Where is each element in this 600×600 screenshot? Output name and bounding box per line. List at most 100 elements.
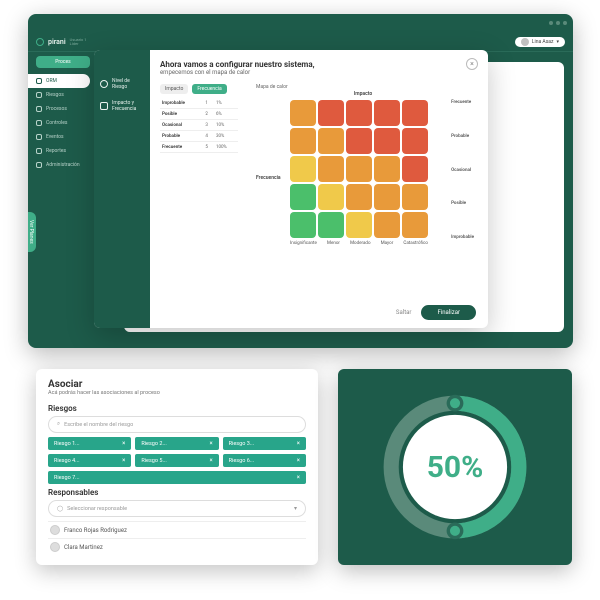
close-icon[interactable]: × (297, 440, 300, 447)
axis-tick-label: Improbable (451, 235, 474, 240)
chevron-down-icon: ▾ (556, 39, 559, 45)
heatmap-cell (318, 156, 344, 182)
heatmap-x-axis-title: Impacto (354, 91, 372, 97)
riesgos-input[interactable]: ⌕ Escribe el nombre del riesgo (48, 416, 306, 433)
heatmap-cell (402, 212, 428, 238)
heatmap-cell (290, 128, 316, 154)
sidebar-item-label: Riesgos (46, 92, 64, 98)
sidebar-item[interactable]: Reportes (28, 144, 98, 158)
avatar-icon (50, 525, 60, 535)
gauge-icon (100, 80, 108, 88)
sidebar-item[interactable]: Administración (28, 158, 98, 172)
heatmap-cell (318, 212, 344, 238)
risk-chip[interactable]: Riesgo 6...× (223, 454, 306, 467)
risk-chip[interactable]: Riesgo 5...× (135, 454, 218, 467)
heatmap-cell (290, 156, 316, 182)
user-menu[interactable]: Lina Asaz ▾ (515, 37, 565, 47)
heatmap-cell (346, 100, 372, 126)
skip-button[interactable]: Saltar (396, 309, 412, 316)
modal-step-impacto-frecuencia[interactable]: Impacto y Frecuencia (100, 100, 144, 112)
heatmap-cell (374, 184, 400, 210)
close-icon[interactable]: × (297, 457, 300, 464)
riesgos-placeholder: Escribe el nombre del riesgo (64, 422, 133, 428)
sidebar-item-label: ORM (46, 78, 57, 84)
axis-tick-label: Mayor (381, 241, 394, 246)
responsables-select[interactable]: ◯ Seleccionar responsable ▾ (48, 500, 306, 517)
gauge-card: 50% (338, 369, 572, 565)
sidebar-item[interactable]: Controles (28, 116, 98, 130)
sidebar-item[interactable]: ORM (28, 74, 90, 88)
heatmap-cell (374, 156, 400, 182)
heatmap-cell (402, 128, 428, 154)
heatmap-cell (346, 212, 372, 238)
sidebar-item-label: Procesos (46, 106, 67, 112)
window-control-dot[interactable] (549, 21, 553, 25)
close-icon[interactable]: × (122, 440, 125, 447)
window-control-dot[interactable] (563, 21, 567, 25)
nav-icon (36, 92, 42, 98)
table-row: Ocasional310% (160, 120, 238, 131)
heatmap-cell (402, 184, 428, 210)
responsables-placeholder: Seleccionar responsable (67, 506, 127, 512)
user-icon: ◯ (57, 506, 63, 512)
modal-sidebar: Nivel de Riesgo Impacto y Frecuencia (94, 50, 150, 328)
modal-step-label: Nivel de Riesgo (112, 78, 144, 90)
logo-subtitle: Lider (70, 42, 87, 46)
asociar-card: Asociar Acá podrás hacer las asociacione… (36, 369, 318, 565)
close-icon[interactable]: × (297, 474, 300, 481)
close-icon[interactable]: × (122, 457, 125, 464)
window-control-dot[interactable] (556, 21, 560, 25)
window-titlebar (28, 14, 573, 32)
vertical-pill[interactable]: Ver Planes (28, 212, 36, 252)
sidebar-item[interactable]: Eventos (28, 130, 98, 144)
table-row: Posible26% (160, 109, 238, 120)
heatmap-cell (318, 184, 344, 210)
heatmap-y-axis-title: Frecuencia (256, 175, 281, 181)
risk-chip[interactable]: Riesgo 3... × (223, 437, 306, 450)
grid-icon (100, 102, 108, 110)
modal-footer: Saltar Finalizar (396, 305, 476, 320)
frequency-table: Improbable11%Posible26%Ocasional310%Prob… (160, 98, 238, 153)
finish-button[interactable]: Finalizar (421, 305, 476, 320)
axis-tick-label: Moderado (350, 241, 370, 246)
nav-icon (36, 162, 42, 168)
responsables-label: Responsables (48, 488, 306, 497)
tab-frecuencia[interactable]: Frecuencia (192, 84, 226, 94)
close-icon[interactable]: × (466, 58, 478, 70)
axis-tick-label: Catastrófico (403, 241, 428, 246)
sidebar-primary-button[interactable]: Proces (36, 56, 90, 68)
heatmap-cell (346, 128, 372, 154)
close-icon[interactable]: × (209, 457, 212, 464)
axis-tick-label: Ocasional (451, 168, 474, 173)
sidebar-item[interactable]: Procesos (28, 102, 98, 116)
heatmap-cell (290, 184, 316, 210)
heatmap-title: Mapa de calor (256, 84, 474, 90)
axis-tick-label: Menor (327, 241, 340, 246)
modal-body: × Ahora vamos a configurar nuestro siste… (150, 50, 488, 328)
chevron-down-icon: ▾ (294, 505, 297, 512)
risk-chip[interactable]: Riesgo 7...× (48, 471, 306, 484)
sidebar-item-label: Controles (46, 120, 67, 126)
responsable-name: Franco Rojas Rodriguez (64, 527, 127, 534)
heatmap-cell (374, 212, 400, 238)
list-item[interactable]: Franco Rojas Rodriguez (48, 521, 306, 538)
responsable-name: Clara Martinez (64, 544, 103, 551)
close-icon[interactable]: × (209, 440, 212, 447)
app-window: pirani Usuario 1 Lider Lina Asaz ▾ Proce… (28, 14, 573, 348)
list-item[interactable]: Clara Martinez (48, 538, 306, 555)
axis-tick-label: Frecuente (451, 100, 474, 105)
risk-chip[interactable]: Riesgo 1...× (48, 437, 131, 450)
tab-impacto[interactable]: Impacto (160, 84, 188, 94)
sidebar-item[interactable]: Riesgos (28, 88, 98, 102)
nav-icon (36, 120, 42, 126)
chip-label: Riesgo 3... (229, 441, 255, 447)
asociar-title: Asociar (48, 379, 306, 390)
heatmap-cell (402, 100, 428, 126)
axis-tick-label: Probable (451, 134, 474, 139)
modal-step-nivel-riesgo[interactable]: Nivel de Riesgo (100, 78, 144, 90)
heatmap-cell (374, 100, 400, 126)
risk-chip[interactable]: Riesgo 4...× (48, 454, 131, 467)
risk-chip[interactable]: Riesgo 2...× (135, 437, 218, 450)
heatmap-cell (290, 212, 316, 238)
sidebar-item-label: Administración (46, 162, 80, 168)
